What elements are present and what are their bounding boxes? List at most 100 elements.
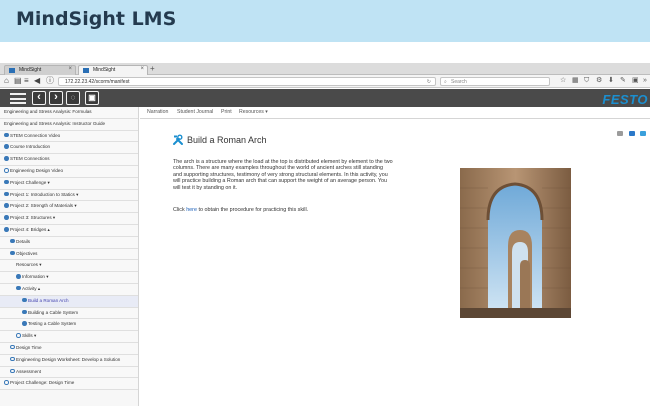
sidebar-item[interactable]: Building a Cable System <box>0 307 138 320</box>
empty-circle-icon <box>4 168 9 173</box>
back-icon[interactable]: ◀ <box>34 76 40 86</box>
sidebar-item[interactable]: STEM Connections <box>0 154 138 166</box>
sidebar-item[interactable]: Project 3: Structures ▾ <box>0 213 138 225</box>
close-icon[interactable]: × <box>140 66 144 73</box>
empty-circle-icon <box>10 344 15 350</box>
tab-student-journal[interactable]: Student Journal <box>174 107 216 118</box>
browser-tab-label: MindSight <box>19 67 42 73</box>
sidebar-item-label: Resources ▾ <box>16 262 42 268</box>
next-button[interactable]: › <box>49 91 63 105</box>
sidebar-item[interactable]: STEM Connection Video <box>0 130 138 143</box>
sidebar-item[interactable]: Objectives <box>0 248 138 261</box>
sidebar-item-label: Project 4: Bridges ▴ <box>10 226 50 232</box>
completed-circle-icon <box>16 274 21 279</box>
extension-icon[interactable]: ▣ <box>632 76 639 86</box>
sidebar-list: Engineering and Stress Analysis: Formula… <box>0 107 138 391</box>
sidebar-item[interactable]: Project 2: Strength of Materials ▾ <box>0 201 138 214</box>
empty-circle-icon <box>16 333 21 338</box>
activity-description: The arch is a structure where the load a… <box>173 159 393 191</box>
procedure-link[interactable]: here <box>186 207 197 213</box>
sidebar-item[interactable]: Project 4: Bridges ▴ <box>0 224 138 237</box>
completed-circle-icon <box>16 285 21 291</box>
settings-icon[interactable]: ⚙ <box>596 76 602 86</box>
reload-icon[interactable]: ↻ <box>427 78 431 86</box>
sidebar-item-label: Design Time <box>16 344 42 350</box>
search-input[interactable]: ⌕ Search <box>440 77 550 86</box>
new-tab-icon[interactable]: + <box>150 65 155 73</box>
tab-print[interactable]: Print <box>218 107 235 118</box>
shield-icon[interactable]: ⛉ <box>584 76 589 86</box>
completed-circle-icon <box>4 191 9 197</box>
printer-icon[interactable]: ▤ <box>14 76 22 86</box>
comment-icon[interactable]: ◌ <box>66 91 80 105</box>
course-outline-sidebar: Engineering and Stress Analysis: Formula… <box>0 107 139 406</box>
home-icon[interactable]: ⌂ <box>4 76 9 86</box>
close-icon[interactable]: × <box>68 66 72 73</box>
sidebar-item-label: Project 2: Strength of Materials ▾ <box>10 203 77 209</box>
sidebar-item[interactable]: Project Challenge ▾ <box>0 177 138 190</box>
sidebar-item-label: Engineering Design Video <box>10 167 64 173</box>
tab-narration[interactable]: Narration <box>144 107 171 118</box>
sidebar-item-label: Activity ▴ <box>22 285 41 291</box>
sidebar-item-label: Building a Cable System <box>28 309 79 315</box>
hamburger-menu-icon[interactable] <box>10 93 26 104</box>
view-options <box>616 123 646 141</box>
sidebar-item[interactable]: Course Introduction <box>0 142 138 155</box>
procedure-instruction: Click here to obtain the procedure for p… <box>173 207 393 213</box>
sidebar-item[interactable]: Information ▾ <box>0 272 138 284</box>
completed-circle-icon <box>4 156 9 161</box>
sidebar-item[interactable]: Project Challenge: Design Time <box>0 378 138 391</box>
instruction-prefix: Click <box>173 207 187 213</box>
download-icon[interactable]: ⬇ <box>608 76 614 86</box>
browser-tab[interactable]: MindSight × <box>4 65 76 75</box>
annotate-icon[interactable] <box>617 131 624 136</box>
sidebar-item-label: Objectives <box>16 250 38 256</box>
sidebar-item[interactable]: Testing a Cable System <box>0 319 138 332</box>
search-icon: ⌕ <box>444 79 447 85</box>
monitor-icon[interactable] <box>640 131 646 136</box>
pen-icon[interactable]: ✎ <box>620 76 626 86</box>
sidebar-item-label: Build a Roman Arch <box>28 297 69 303</box>
overflow-menu-icon[interactable]: » <box>643 76 647 86</box>
fullscreen-icon[interactable] <box>628 131 635 136</box>
save-icon[interactable]: ▣ <box>85 91 99 105</box>
sidebar-item[interactable]: Skills ▾ <box>0 331 138 343</box>
info-icon[interactable]: ⓘ <box>46 76 54 86</box>
sidebar-item[interactable]: Engineering and Stress Analysis: Formula… <box>0 107 138 119</box>
sidebar-item[interactable]: Engineering Design Video <box>0 165 138 178</box>
address-bar[interactable]: 172.22.23.42/scorm/manifest ↻ <box>58 77 436 86</box>
completed-circle-icon <box>4 227 9 232</box>
completed-circle-icon <box>4 132 9 138</box>
sidebar-item-label: Engineering and Stress Analysis: Formula… <box>4 109 92 114</box>
completed-circle-icon <box>4 144 9 149</box>
completed-circle-icon <box>10 238 15 244</box>
empty-circle-icon <box>10 356 15 362</box>
screenshot-frame: MindSight × MindSight × + ⌂ ▤ ≡ ◀ ⓘ 172.… <box>0 63 650 406</box>
completed-circle-icon <box>10 250 15 256</box>
browser-tab-bar: MindSight × MindSight × + <box>0 63 650 75</box>
tab-resources[interactable]: Resources ▾ <box>236 107 271 118</box>
sidebar-item[interactable]: Design Time <box>0 342 138 355</box>
sidebar-item[interactable]: Assessment <box>0 366 138 379</box>
sidebar-item[interactable]: Build a Roman Arch <box>0 295 138 308</box>
sidebar-item[interactable]: Project 1: Introduction to Statics ▾ <box>0 189 138 202</box>
sidebar-item-label: STEM Connections <box>10 156 50 162</box>
page-title: Build a Roman Arch <box>187 135 267 145</box>
library-icon[interactable]: ▦ <box>572 76 579 86</box>
sidebar-item[interactable]: Engineering and Stress Analysis: Instruc… <box>0 118 138 131</box>
browser-tab-active[interactable]: MindSight × <box>78 65 148 75</box>
sidebar-item-label: Engineering Design Worksheet: Develop a … <box>16 356 121 362</box>
previous-button[interactable]: ‹ <box>32 91 46 105</box>
sidebar-item-label: Course Introduction <box>10 144 51 150</box>
banner-title: MindSight LMS <box>16 8 177 30</box>
sidebar-item-label: Testing a Cable System <box>28 321 77 327</box>
sidebar-item-label: Skills ▾ <box>22 333 37 339</box>
bookmark-star-icon[interactable]: ☆ <box>560 76 566 86</box>
banner: MindSight LMS <box>0 0 650 42</box>
sidebar-item[interactable]: Engineering Design Worksheet: Develop a … <box>0 354 138 367</box>
sidebar-item[interactable]: Resources ▾ <box>0 260 138 273</box>
menu-icon[interactable]: ≡ <box>24 76 29 86</box>
sidebar-item[interactable]: Details <box>0 236 138 249</box>
sidebar-item[interactable]: Activity ▴ <box>0 283 138 296</box>
browser-nav-bar: ⌂ ▤ ≡ ◀ ⓘ 172.22.23.42/scorm/manifest ↻ … <box>0 75 650 88</box>
